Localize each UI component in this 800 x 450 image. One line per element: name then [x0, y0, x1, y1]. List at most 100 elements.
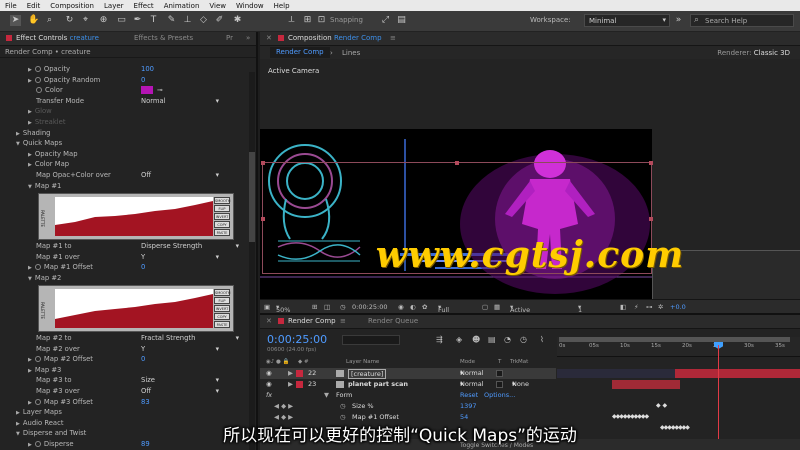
expand-triangle-icon[interactable]: ▶ — [28, 109, 32, 115]
transform-handle[interactable] — [455, 161, 459, 165]
eraser-tool-icon[interactable]: ◇ — [198, 15, 209, 26]
map-3-over-dropdown[interactable]: Off ▾ — [141, 386, 219, 397]
flowchart-icon[interactable]: ⊶ — [646, 303, 653, 311]
trkmat-dropdown[interactable]: None ▾ — [512, 379, 529, 390]
map-paste-button[interactable]: PASTE — [214, 321, 230, 328]
viewer-timecode[interactable]: 0:00:25:00 — [352, 303, 388, 311]
layer-row[interactable]: ◉ ▶ 23 planet part scan Normal ▾ None ▾ — [260, 379, 556, 390]
map-2-graph[interactable]: PALETTE SMOOTH FLIP INVERT COPY PASTE — [38, 285, 234, 332]
stopwatch-icon[interactable] — [34, 76, 41, 83]
map-2-canvas[interactable] — [55, 289, 213, 328]
show-snapshot-icon[interactable]: ◐ — [410, 303, 416, 311]
tab-composition[interactable]: Composition Render Comp — [288, 34, 382, 42]
close-icon[interactable]: ✕ — [266, 34, 272, 42]
map-paste-button[interactable]: PASTE — [214, 229, 230, 236]
fast-preview-icon[interactable]: ⚡ — [634, 303, 639, 311]
subtab-lines[interactable]: Lines — [342, 49, 360, 57]
map-opac-color-dropdown[interactable]: Off ▾ — [141, 170, 219, 181]
renderer-info[interactable]: Renderer: Classic 3D — [717, 49, 790, 57]
panel-menu-icon[interactable]: ≡ — [340, 317, 346, 325]
map-copy-button[interactable]: COPY — [214, 221, 230, 228]
always-preview-icon[interactable]: ▣ — [264, 303, 270, 311]
search-help-input[interactable]: ⌕ Search Help — [690, 14, 794, 27]
close-icon[interactable]: ✕ — [266, 317, 272, 325]
map-smooth-button[interactable]: SMOOTH — [214, 289, 231, 296]
property-value[interactable]: 0 — [141, 354, 145, 365]
map-2-over-dropdown[interactable]: Y ▾ — [141, 344, 219, 355]
transform-handle[interactable] — [261, 217, 265, 221]
snap-options-icon[interactable]: ⤢ — [380, 15, 391, 26]
axis-mode-icon[interactable]: ⟂ — [286, 15, 297, 26]
expand-triangle-icon[interactable]: ▶ — [28, 400, 32, 406]
color-swatch[interactable] — [141, 86, 153, 95]
eye-icon[interactable]: ◉ — [266, 368, 272, 379]
map-invert-button[interactable]: INVERT — [214, 305, 230, 312]
pan-behind-tool-icon[interactable]: ⊕ — [98, 15, 109, 26]
expand-triangle-icon[interactable]: ▶ — [28, 162, 32, 168]
selection-tool-icon[interactable]: ➤ — [10, 15, 21, 26]
subtab-render-comp[interactable]: Render Comp — [270, 47, 330, 58]
frame-blending-icon[interactable]: ▤ — [488, 335, 496, 344]
property-value[interactable]: 0 — [141, 262, 145, 273]
shy-layers-icon[interactable]: ☻ — [472, 335, 480, 344]
tab-render-comp[interactable]: Render Comp — [288, 317, 336, 325]
fx-icon[interactable]: fx — [266, 390, 272, 401]
rectangle-tool-icon[interactable]: ▭ — [116, 15, 127, 26]
collapse-triangle-icon[interactable]: ▼ — [28, 276, 32, 282]
menu-layer[interactable]: Layer — [99, 2, 129, 10]
property-row[interactable]: ◀ ◆ ▶ ◷ Size % 1397 — [260, 401, 556, 412]
layer-mode-dropdown[interactable]: Normal ▾ — [460, 379, 484, 390]
keyframe-icon[interactable]: ◆◆◆◆◆◆◆◆◆◆ — [612, 413, 649, 420]
map-1-canvas[interactable] — [55, 197, 213, 236]
eyedropper-icon[interactable]: ⊸ — [157, 85, 163, 96]
draft-3d-icon[interactable]: ◈ — [456, 335, 462, 344]
expand-triangle-icon[interactable]: ▶ — [28, 368, 32, 374]
menu-file[interactable]: File — [0, 2, 22, 10]
collapse-triangle-icon[interactable]: ▼ — [324, 390, 329, 401]
map-smooth-button[interactable]: SMOOTH — [214, 197, 231, 204]
collapse-triangle-icon[interactable]: ▼ — [16, 141, 20, 147]
snapshot-icon[interactable]: ◉ — [398, 303, 404, 311]
col-layer-name[interactable]: Layer Name — [346, 359, 379, 365]
camera-tool-icon[interactable]: ⌖ — [80, 15, 91, 26]
stopwatch-icon[interactable]: ◷ — [340, 401, 346, 412]
stopwatch-icon[interactable] — [34, 264, 41, 271]
expand-triangle-icon[interactable]: ▶ — [16, 131, 20, 137]
layer-name[interactable]: [creature] — [348, 369, 387, 379]
tab-effect-controls[interactable]: Effect Controls creature — [16, 34, 99, 42]
col-t[interactable]: T — [498, 359, 501, 365]
property-value[interactable]: 1397 — [460, 401, 477, 412]
layer-name[interactable]: planet part scan — [348, 379, 408, 390]
tab-effects-presets[interactable]: Effects & Presets — [134, 34, 193, 42]
brush-tool-icon[interactable]: ✎ — [166, 15, 177, 26]
map-1-over-dropdown[interactable]: Y ▾ — [141, 252, 219, 263]
tab-preview[interactable]: Pr — [226, 34, 233, 42]
exposure-icon[interactable]: ✲ — [658, 303, 663, 311]
graph-editor-icon[interactable]: ◷ — [520, 335, 527, 344]
menu-composition[interactable]: Composition — [45, 2, 99, 10]
stopwatch-icon[interactable] — [34, 356, 41, 363]
puppet-tool-icon[interactable]: ✱ — [232, 15, 243, 26]
graph-toggle-icon[interactable]: ⌇ — [540, 335, 544, 344]
map-invert-button[interactable]: INVERT — [214, 213, 230, 220]
snap-grid-icon[interactable]: ▤ — [396, 15, 407, 26]
zoom-tool-icon[interactable]: ⌕ — [44, 15, 55, 26]
map-copy-button[interactable]: COPY — [214, 313, 230, 320]
transform-handle[interactable] — [261, 161, 265, 165]
grid-icon[interactable]: ⊞ — [312, 303, 317, 311]
stopwatch-icon[interactable] — [36, 87, 42, 94]
layer-search-input[interactable] — [342, 335, 400, 345]
rotate-tool-icon[interactable]: ↻ — [64, 15, 75, 26]
workspace-dropdown[interactable]: Minimal ▾ — [584, 14, 670, 27]
menu-help[interactable]: Help — [269, 2, 295, 10]
menu-animation[interactable]: Animation — [159, 2, 205, 10]
keyframe-icon[interactable]: ◆ ◆ — [656, 402, 667, 409]
menu-edit[interactable]: Edit — [22, 2, 46, 10]
property-value[interactable]: 100 — [141, 64, 154, 75]
effect-controls-scrollbar[interactable] — [249, 72, 255, 450]
pixel-aspect-icon[interactable]: ◧ — [620, 303, 626, 311]
stopwatch-icon[interactable] — [34, 398, 41, 405]
map-flip-button[interactable]: FLIP — [214, 205, 230, 212]
preserve-transparency-checkbox[interactable] — [496, 381, 503, 388]
layer-bar-creature[interactable] — [675, 369, 800, 378]
